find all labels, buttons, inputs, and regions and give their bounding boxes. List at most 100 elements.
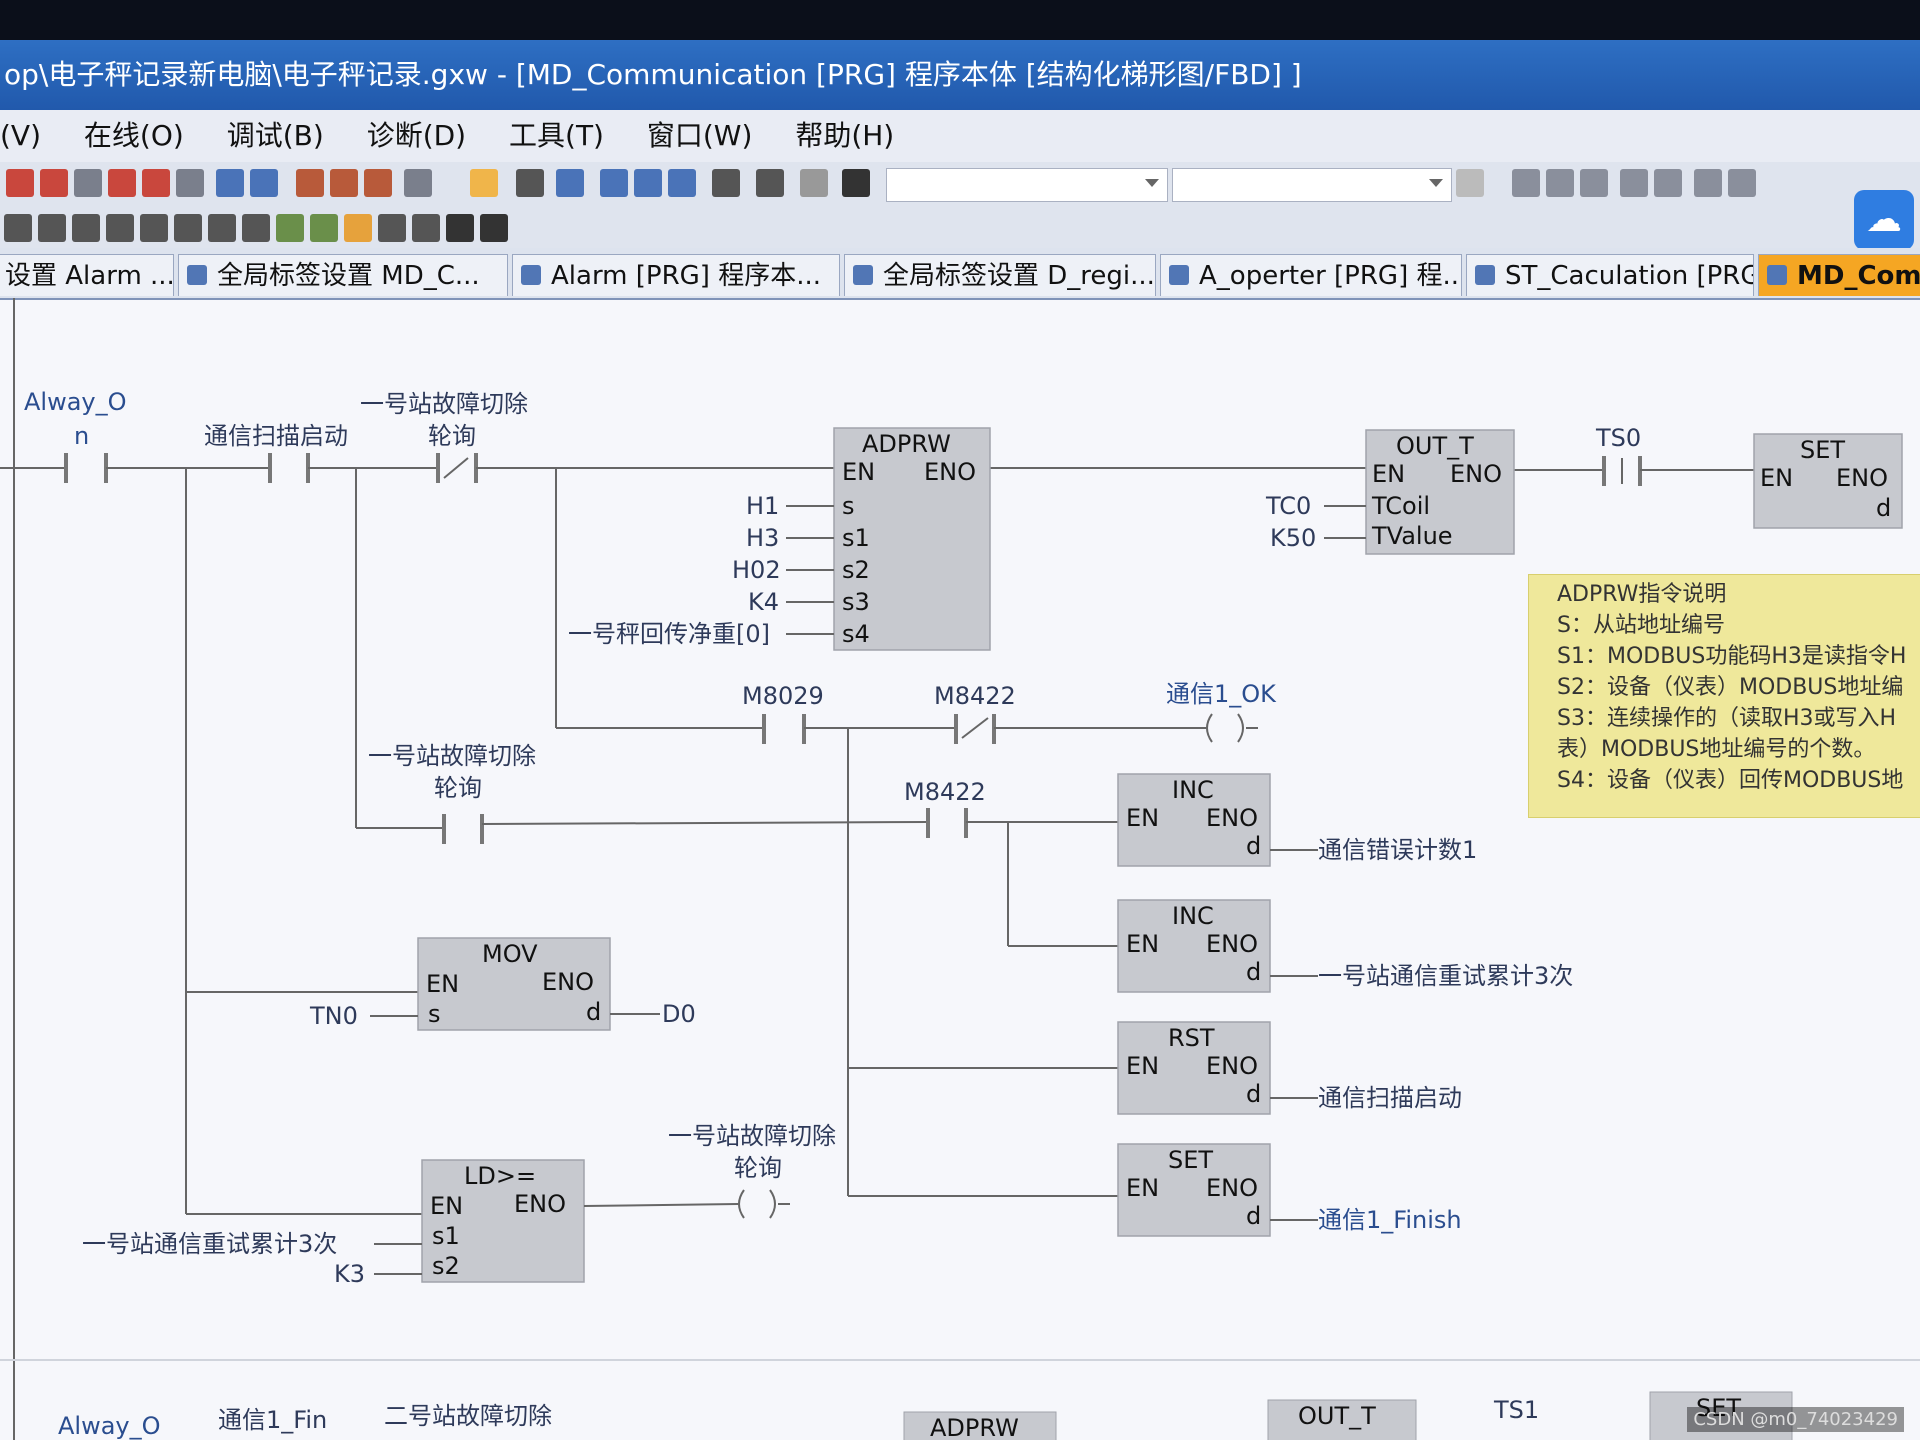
coil-fault3[interactable] [738, 1189, 745, 1219]
tab-global-labels-d[interactable]: 全局标签设置 D_regi... [844, 254, 1156, 296]
return-2-icon[interactable] [412, 214, 440, 242]
list-icon[interactable] [516, 169, 544, 197]
watch-icon[interactable] [712, 169, 740, 197]
svg-text:d: d [1246, 1080, 1261, 1108]
menu-diagnostics[interactable]: 诊断(D) [367, 110, 466, 162]
zoom-out-icon[interactable] [480, 214, 508, 242]
svg-text:LD>=: LD>= [464, 1162, 536, 1190]
monitor-icon[interactable] [296, 169, 324, 197]
help-icon[interactable] [800, 169, 828, 197]
menu-view[interactable]: (V) [0, 110, 41, 162]
tab-a-operter[interactable]: A_operter [PRG] 程... [1160, 254, 1462, 296]
monitor-write-icon[interactable] [364, 169, 392, 197]
retry2-label: 一号站通信重试累计3次 [82, 1230, 337, 1258]
device-icon[interactable] [216, 169, 244, 197]
chevron-down-icon [1145, 179, 1159, 187]
ok-label: 通信1_OK [1166, 680, 1277, 708]
ladder-edit-7-icon[interactable] [1728, 169, 1756, 197]
project-tree-icon[interactable] [470, 169, 498, 197]
trace-icon[interactable] [756, 169, 784, 197]
net-weight-label: 一号秤回传净重[0] [568, 620, 770, 648]
menu-online[interactable]: 在线(O) [84, 110, 184, 162]
set2-block[interactable]: SET EN ENO d [1117, 1143, 1271, 1237]
ladder-edit-3-icon[interactable] [1580, 169, 1608, 197]
note-line: S2：设备（仪表）MODBUS地址编 [1557, 675, 1904, 700]
mov-block[interactable]: MOV EN ENO s d [417, 937, 611, 1031]
rising-edge-icon[interactable] [72, 214, 100, 242]
menu-debug[interactable]: 调试(B) [227, 110, 324, 162]
cloud-icon[interactable]: ☁ [1854, 190, 1914, 250]
tab-alarm-prg[interactable]: Alarm [PRG] 程序本... [512, 254, 840, 296]
document-icon[interactable] [1456, 169, 1484, 197]
edge-p-icon[interactable] [140, 214, 168, 242]
binoculars-icon[interactable] [842, 169, 870, 197]
contact-nc-icon[interactable] [38, 214, 66, 242]
write-icon[interactable] [108, 169, 136, 197]
label-icon[interactable] [310, 214, 338, 242]
svg-text:ENO: ENO [514, 1190, 566, 1218]
compare-icon[interactable] [176, 169, 204, 197]
set-top-block[interactable]: SET EN ENO d [1753, 433, 1903, 529]
adprw-block[interactable]: ADPRW EN ENO s s1 s2 s3 s4 [833, 427, 991, 651]
inc1-block[interactable]: INC EN ENO d [1117, 773, 1271, 867]
return-icon[interactable] [378, 214, 406, 242]
arrow-right-icon[interactable] [208, 214, 236, 242]
device-2-icon[interactable] [250, 169, 278, 197]
tab-md-communication[interactable]: MD_Comm [1758, 254, 1920, 296]
tab-global-labels-md[interactable]: 全局标签设置 MD_C... [178, 254, 508, 296]
zoom-in-icon[interactable] [446, 214, 474, 242]
rung-fault2: 一号站故障切除 轮询 M8422 [356, 742, 1118, 844]
svg-text:EN: EN [1126, 804, 1159, 832]
rst-block[interactable]: RST EN ENO d [1117, 1021, 1271, 1115]
program-icon [521, 265, 541, 285]
edge-f-icon[interactable] [174, 214, 202, 242]
menu-window[interactable]: 窗口(W) [647, 110, 753, 162]
menu-help[interactable]: 帮助(H) [795, 110, 894, 162]
contact-icon[interactable] [4, 214, 32, 242]
ladder-edit-4-icon[interactable] [1620, 169, 1648, 197]
svg-text:ENO: ENO [1206, 930, 1258, 958]
device-combo[interactable] [1172, 168, 1452, 202]
transfer-back-icon[interactable] [40, 169, 68, 197]
ladder-edit-icon[interactable] [1512, 169, 1540, 197]
label-combo[interactable] [886, 168, 1168, 202]
invert-icon[interactable] [242, 214, 270, 242]
screen-icon[interactable] [404, 169, 432, 197]
ladder-edit-2-icon[interactable] [1546, 169, 1574, 197]
svg-text:ENO: ENO [1836, 464, 1888, 492]
tab-st-caculation[interactable]: ST_Caculation [PRG] [1466, 254, 1754, 296]
svg-text:EN: EN [842, 458, 875, 486]
menu-tools[interactable]: 工具(T) [509, 110, 604, 162]
ladder-edit-6-icon[interactable] [1694, 169, 1722, 197]
ladder-edit-5-icon[interactable] [1654, 169, 1682, 197]
transfer-icon[interactable] [6, 169, 34, 197]
adprw-note[interactable]: ADPRW指令说明 S：从站地址编号 S1：MODBUS功能码H3是读指令H S… [1528, 574, 1920, 818]
svg-text:s: s [428, 1000, 441, 1028]
dev-batch-icon[interactable] [600, 169, 628, 197]
m8029-label: M8029 [742, 682, 824, 710]
svg-text:d: d [1246, 958, 1261, 986]
dev-register-icon[interactable] [668, 169, 696, 197]
window-icon[interactable] [556, 169, 584, 197]
function-block-icon[interactable] [276, 214, 304, 242]
out-t-block[interactable]: OUT_T EN ENO TCoil TValue [1365, 429, 1515, 555]
svg-text:INC: INC [1172, 902, 1214, 930]
ld-compare-block[interactable]: LD>= EN ENO s1 s2 [421, 1159, 585, 1283]
verify-icon[interactable] [74, 169, 102, 197]
coil-ok[interactable] [1206, 713, 1213, 743]
tab-alarm-settings[interactable]: 设置 Alarm ... [0, 254, 174, 296]
monitor-stop-icon[interactable] [330, 169, 358, 197]
falling-edge-icon[interactable] [106, 214, 134, 242]
read-icon[interactable] [142, 169, 170, 197]
fault2-label-b: 轮询 [434, 774, 482, 802]
svg-text:s2: s2 [842, 556, 870, 584]
svg-text:ENO: ENO [1206, 1174, 1258, 1202]
dev-table-icon[interactable] [634, 169, 662, 197]
app-window: op\电子秤记录新电脑\电子秤记录.gxw - [MD_Communicatio… [0, 40, 1920, 1440]
svg-text:SET: SET [1800, 436, 1845, 464]
fault3-label-b: 轮询 [734, 1154, 782, 1182]
inc2-block[interactable]: INC EN ENO d [1117, 899, 1271, 993]
err-count-label: 通信错误计数1 [1318, 836, 1477, 864]
ladder-canvas[interactable]: Alway_O n 通信扫描启动 一号站故障切除 轮询 ADPRW EN ENO… [0, 298, 1920, 1440]
jump-icon[interactable] [344, 214, 372, 242]
